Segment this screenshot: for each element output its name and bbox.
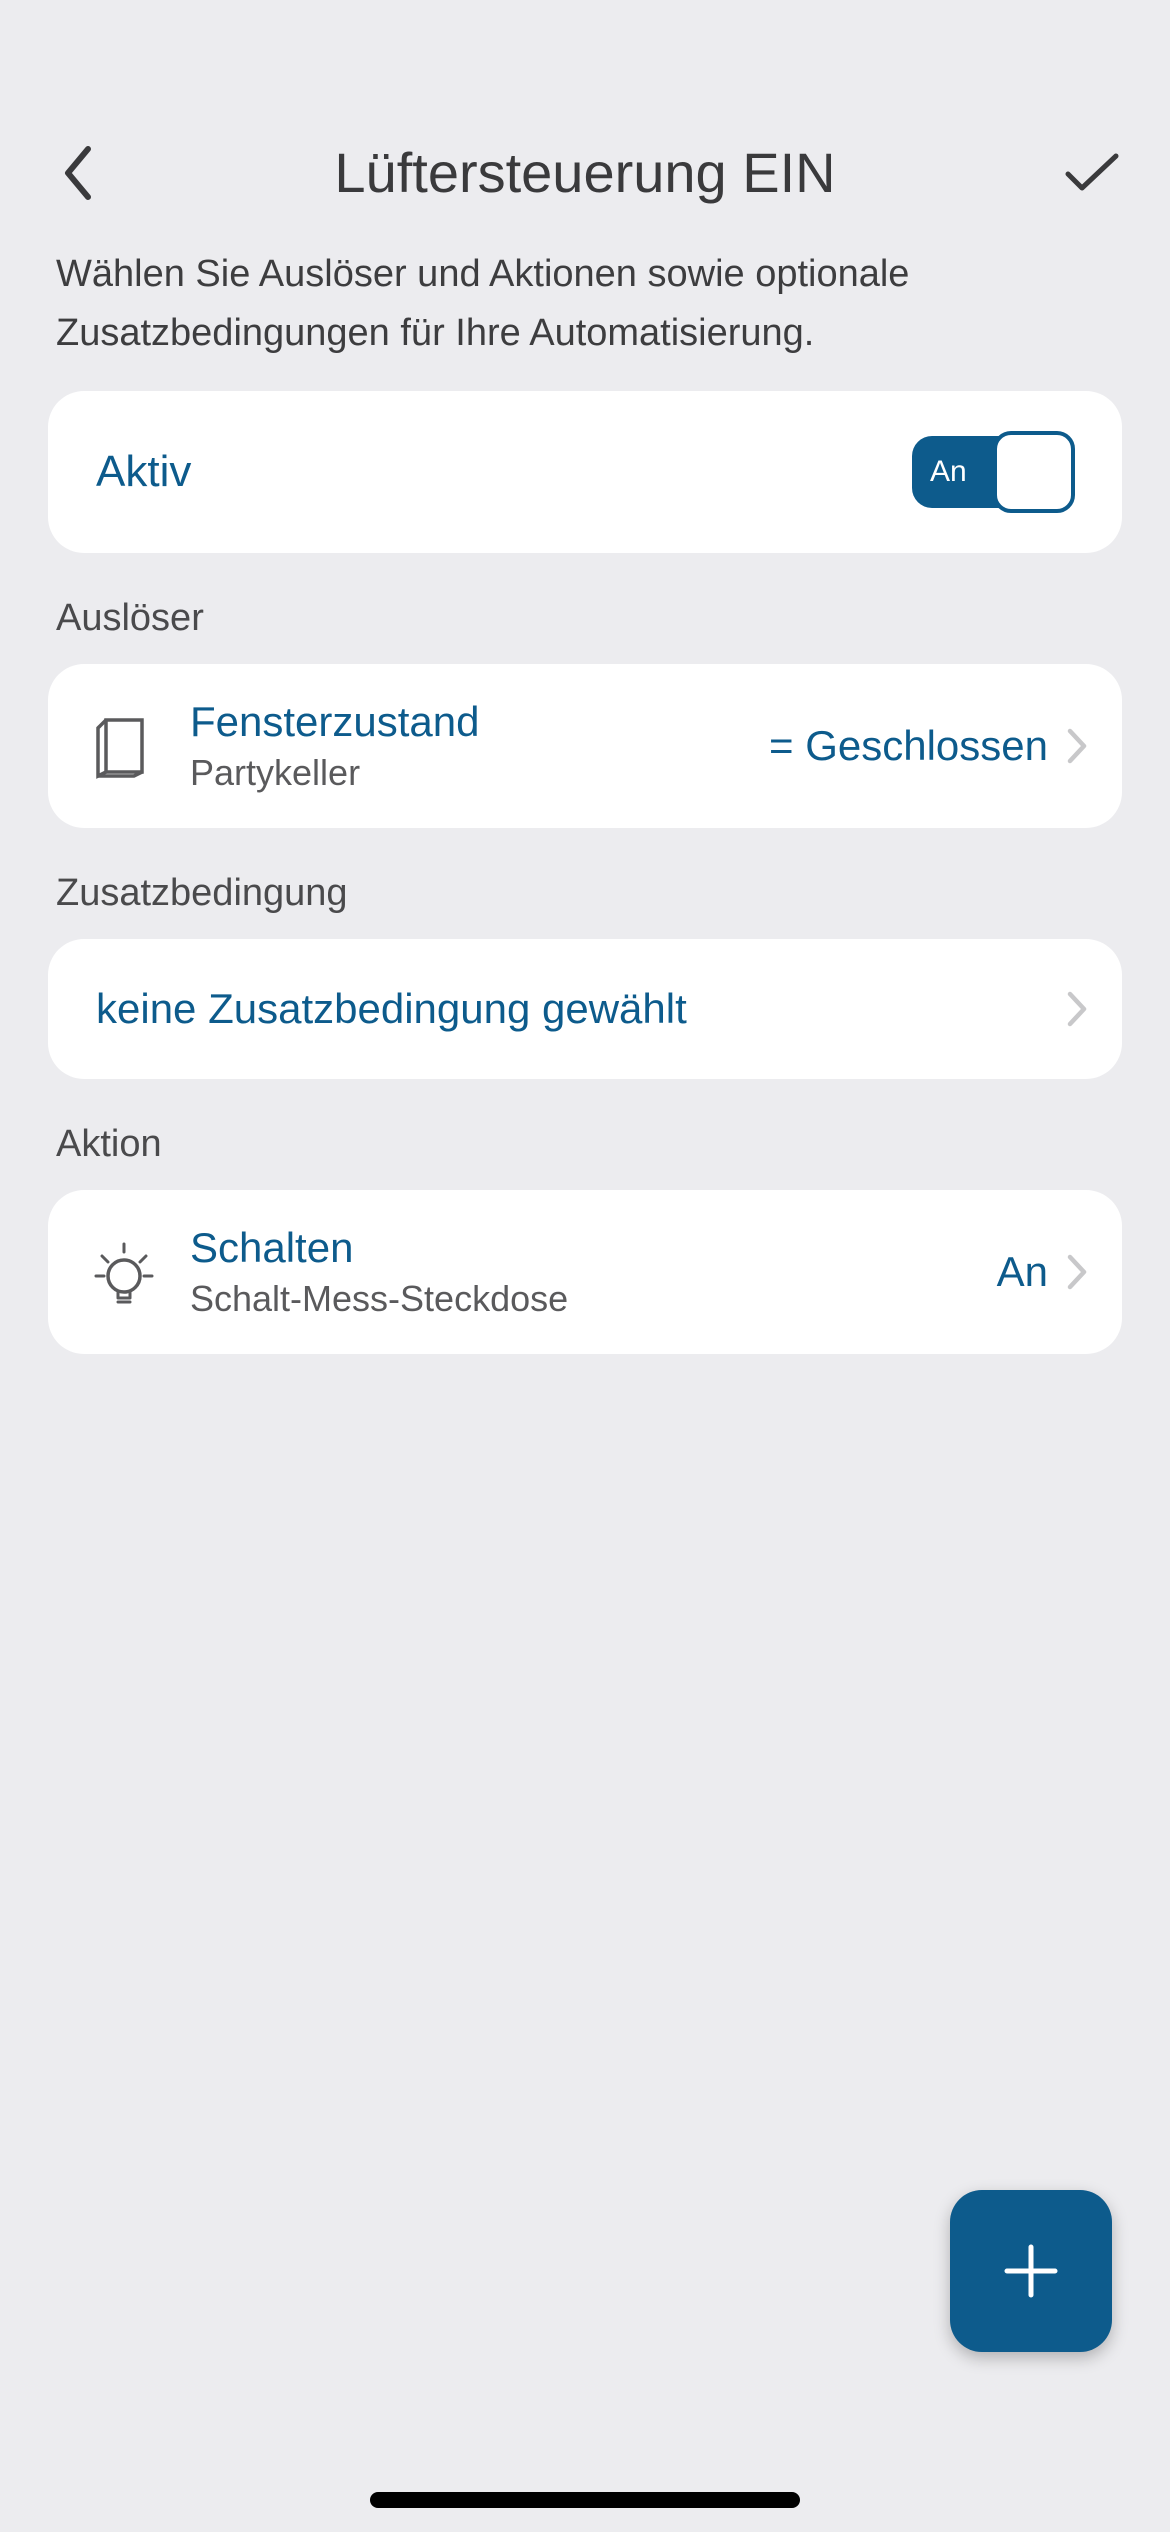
chevron-right-icon: [1066, 990, 1088, 1028]
action-row-content: Schalten Schalt-Mess-Steckdose: [190, 1224, 997, 1320]
main-content: Wählen Sie Auslöser und Aktionen sowie o…: [0, 245, 1170, 2532]
action-value: An: [997, 1248, 1048, 1296]
condition-row[interactable]: keine Zusatzbedingung gewählt: [48, 939, 1122, 1079]
active-toggle[interactable]: An: [912, 431, 1074, 513]
home-indicator[interactable]: [370, 2492, 800, 2508]
trigger-row-content: Fensterzustand Partykeller: [190, 698, 769, 794]
trigger-title: Fensterzustand: [190, 698, 769, 746]
action-value-wrap: An: [997, 1248, 1088, 1296]
confirm-button[interactable]: [1062, 143, 1122, 203]
chevron-left-icon: [60, 145, 96, 201]
action-subtitle: Schalt-Mess-Steckdose: [190, 1278, 997, 1320]
trigger-value-wrap: = Geschlossen: [769, 722, 1088, 770]
trigger-row[interactable]: Fensterzustand Partykeller = Geschlossen: [48, 664, 1122, 828]
condition-chevron-wrap: [1066, 990, 1088, 1028]
condition-text: keine Zusatzbedingung gewählt: [96, 985, 1066, 1033]
lightbulb-icon: [88, 1236, 160, 1308]
condition-section-heading: Zusatzbedingung: [48, 872, 1122, 915]
toggle-state-label: An: [930, 455, 967, 489]
action-section-heading: Aktion: [48, 1123, 1122, 1166]
chevron-right-icon: [1066, 1253, 1088, 1291]
trigger-value: = Geschlossen: [769, 722, 1048, 770]
page-title: Lüftersteuerung EIN: [108, 140, 1062, 205]
plus-icon: [1001, 2241, 1061, 2301]
toggle-knob: [993, 431, 1075, 513]
trigger-section-heading: Auslöser: [48, 597, 1122, 640]
action-title: Schalten: [190, 1224, 997, 1272]
header: Lüftersteuerung EIN: [0, 140, 1170, 245]
trigger-subtitle: Partykeller: [190, 752, 769, 794]
description-text: Wählen Sie Auslöser und Aktionen sowie o…: [48, 245, 1122, 363]
window-icon: [88, 710, 160, 782]
chevron-right-icon: [1066, 727, 1088, 765]
active-card: Aktiv An: [48, 391, 1122, 553]
checkmark-icon: [1064, 152, 1120, 194]
back-button[interactable]: [48, 143, 108, 203]
action-row[interactable]: Schalten Schalt-Mess-Steckdose An: [48, 1190, 1122, 1354]
add-fab-button[interactable]: [950, 2190, 1112, 2352]
active-label: Aktiv: [96, 447, 191, 497]
